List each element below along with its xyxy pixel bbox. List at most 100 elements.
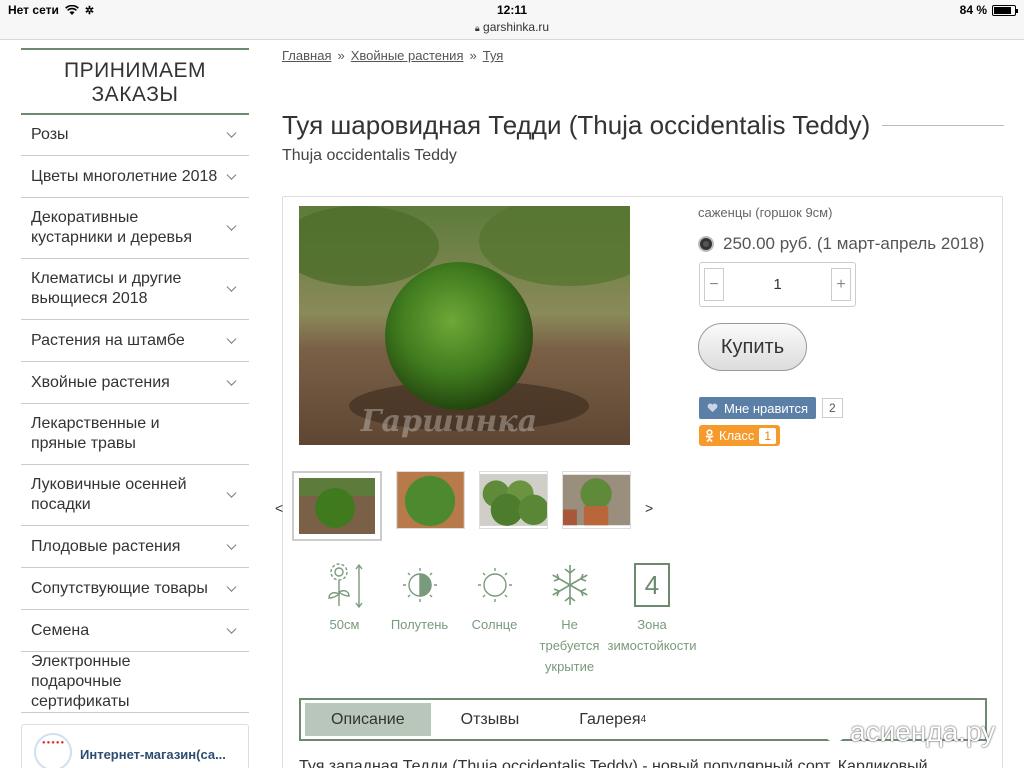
feature-no-cover-label: Не требуется укрытие bbox=[539, 617, 600, 674]
thumbnail-list bbox=[292, 471, 631, 541]
page-title-text: Туя шаровидная Тедди (Thuja occidentalis… bbox=[282, 110, 871, 140]
thumb-prev-button[interactable]: < bbox=[275, 500, 283, 516]
price-option[interactable]: 250.00 руб. (1 март-апрель 2018) bbox=[698, 234, 984, 254]
battery-icon bbox=[992, 4, 1018, 16]
sidebar-item[interactable]: Розы bbox=[21, 115, 249, 156]
treble-clef-icon bbox=[826, 712, 844, 752]
sidebar-item-label: Хвойные растения bbox=[31, 373, 170, 391]
chevron-down-icon[interactable] bbox=[226, 220, 237, 231]
feature-zone-label: Зона зимостойкости bbox=[607, 617, 697, 653]
photo-watermark: Гаршинка bbox=[360, 404, 537, 439]
feature-hardiness-zone: 4 Зона зимостойкости bbox=[607, 560, 697, 677]
sidebar-item-label: Растения на штамбе bbox=[31, 331, 185, 349]
chevron-down-icon[interactable] bbox=[226, 127, 237, 138]
feature-height: 50см bbox=[307, 560, 382, 677]
product-description: Туя западная Тедди (Thuja occidentalis T… bbox=[299, 758, 928, 768]
thumbnail[interactable] bbox=[396, 471, 465, 529]
feature-half-shade: Полутень bbox=[382, 560, 457, 677]
zone-badge: 4 bbox=[634, 563, 670, 607]
breadcrumb-conifers[interactable]: Хвойные растения bbox=[351, 48, 464, 63]
quantity-stepper: − 1 + bbox=[699, 262, 856, 307]
chevron-down-icon[interactable] bbox=[226, 623, 237, 634]
thumbnail[interactable] bbox=[479, 471, 548, 529]
vk-like-button[interactable]: Мне нравится bbox=[699, 397, 817, 419]
site-watermark: асиенда.ру bbox=[824, 712, 995, 752]
vk-like-count: 2 bbox=[822, 398, 843, 418]
sidebar-item[interactable]: Сопутствующие товары bbox=[21, 568, 249, 610]
chevron-down-icon[interactable] bbox=[226, 581, 237, 592]
feature-no-cover: Не требуется укрытие bbox=[532, 560, 607, 677]
feature-half-shade-label: Полутень bbox=[390, 617, 449, 632]
tab-description[interactable]: Описание bbox=[305, 703, 431, 736]
battery-percent: 84 % bbox=[959, 3, 987, 17]
feature-height-label: 50см bbox=[329, 617, 360, 632]
ok-class-button[interactable]: Класс 1 bbox=[699, 425, 781, 446]
snowflake-icon bbox=[551, 565, 588, 605]
chevron-down-icon[interactable] bbox=[226, 169, 237, 180]
breadcrumb-separator: » bbox=[469, 48, 477, 63]
half-shade-icon bbox=[402, 568, 437, 602]
sidebar-item[interactable]: Луковичные осенней посадки bbox=[21, 465, 249, 526]
product-photo-image: Гаршинка bbox=[299, 206, 630, 445]
chevron-down-icon[interactable] bbox=[226, 375, 237, 386]
sidebar: ПРИНИМАЕМ ЗАКАЗЫ Розы Цветы многолетние 2… bbox=[21, 48, 249, 713]
sidebar-item[interactable]: Растения на штамбе bbox=[21, 320, 249, 362]
sidebar-item-label: Электронные подарочные сертификаты bbox=[31, 653, 131, 710]
vk-like-widget: Мне нравится 2 bbox=[699, 397, 843, 419]
sidebar-item[interactable]: Семена bbox=[21, 610, 249, 652]
watermark-text: асиенда.ру bbox=[850, 716, 996, 747]
sidebar-item[interactable]: Лекарственные и пряные травы bbox=[21, 404, 249, 465]
sidebar-item[interactable]: Клематисы и другие вьющиеся 2018 bbox=[21, 259, 249, 320]
product-photo[interactable]: Гаршинка bbox=[299, 206, 630, 445]
sidebar-item[interactable]: Плодовые растения bbox=[21, 526, 249, 568]
product-subtitle: Thuja occidentalis Teddy bbox=[282, 147, 457, 164]
tab-reviews[interactable]: Отзывы bbox=[431, 703, 550, 736]
breadcrumb-thuja[interactable]: Туя bbox=[483, 48, 504, 63]
vk-like-label: Мне нравится bbox=[724, 400, 809, 416]
sidebar-item-label: Луковичные осенней посадки bbox=[31, 476, 187, 513]
variant-label: саженцы (горшок 9см) bbox=[698, 205, 833, 220]
status-time: 12:11 bbox=[496, 3, 528, 17]
lock-icon: 🔒︎ bbox=[474, 23, 480, 33]
breadcrumb-home[interactable]: Главная bbox=[282, 48, 331, 63]
store-logo: ●●●●● bbox=[34, 733, 72, 768]
chevron-down-icon[interactable] bbox=[226, 333, 237, 344]
tab-reviews-label: Отзывы bbox=[460, 710, 520, 728]
qty-decrement-button[interactable]: − bbox=[704, 268, 724, 301]
category-menu: Розы Цветы многолетние 2018 Декоративные к… bbox=[21, 115, 249, 713]
chevron-down-icon[interactable] bbox=[226, 281, 237, 292]
odnoklassniki-icon bbox=[705, 429, 714, 442]
feature-sun: Солнце bbox=[457, 560, 532, 677]
thumbnail[interactable] bbox=[562, 471, 631, 529]
store-name: Интернет-магазин(са... bbox=[80, 747, 226, 762]
thumbnail[interactable] bbox=[292, 471, 382, 541]
thumb-next-button[interactable]: > bbox=[645, 500, 653, 516]
sidebar-item-label: Лекарственные и пряные травы bbox=[31, 415, 160, 452]
sun-icon bbox=[477, 568, 512, 602]
price-text: 250.00 руб. (1 март-апрель 2018) bbox=[723, 234, 985, 253]
sidebar-item-label: Декоративные кустарники и деревья bbox=[31, 209, 193, 246]
quantity-input[interactable]: 1 bbox=[773, 276, 781, 293]
sidebar-item[interactable]: Хвойные растения bbox=[21, 362, 249, 404]
chevron-down-icon[interactable] bbox=[226, 487, 237, 498]
buy-button[interactable]: Купить bbox=[698, 323, 807, 371]
ok-class-count: 1 bbox=[759, 427, 777, 444]
address-url: garshinka.ru bbox=[483, 20, 550, 34]
status-right: 84 % bbox=[959, 3, 1018, 17]
battery-fill bbox=[994, 6, 1011, 14]
store-widget[interactable]: ●●●●● Интернет-магазин(са... bbox=[21, 724, 249, 768]
tab-gallery-label: Галерея bbox=[579, 710, 641, 728]
sidebar-title: ПРИНИМАЕМ ЗАКАЗЫ bbox=[21, 48, 249, 115]
sidebar-item[interactable]: Цветы многолетние 2018 bbox=[21, 156, 249, 198]
chevron-down-icon[interactable] bbox=[226, 539, 237, 550]
breadcrumb-separator: » bbox=[337, 48, 345, 63]
height-flower-icon bbox=[327, 563, 363, 608]
sidebar-item-label: Цветы многолетние 2018 bbox=[31, 167, 218, 185]
qty-increment-button[interactable]: + bbox=[831, 268, 851, 301]
breadcrumb: Главная » Хвойные растения » Туя bbox=[282, 48, 503, 63]
sidebar-item[interactable]: Электронные подарочные сертификаты bbox=[21, 652, 249, 713]
tab-gallery[interactable]: Галерея 4 bbox=[549, 703, 676, 736]
sidebar-item[interactable]: Декоративные кустарники и деревья bbox=[21, 198, 249, 259]
address-bar[interactable]: 🔒︎ garshinka.ru bbox=[0, 20, 1024, 34]
price-radio[interactable] bbox=[698, 236, 714, 252]
